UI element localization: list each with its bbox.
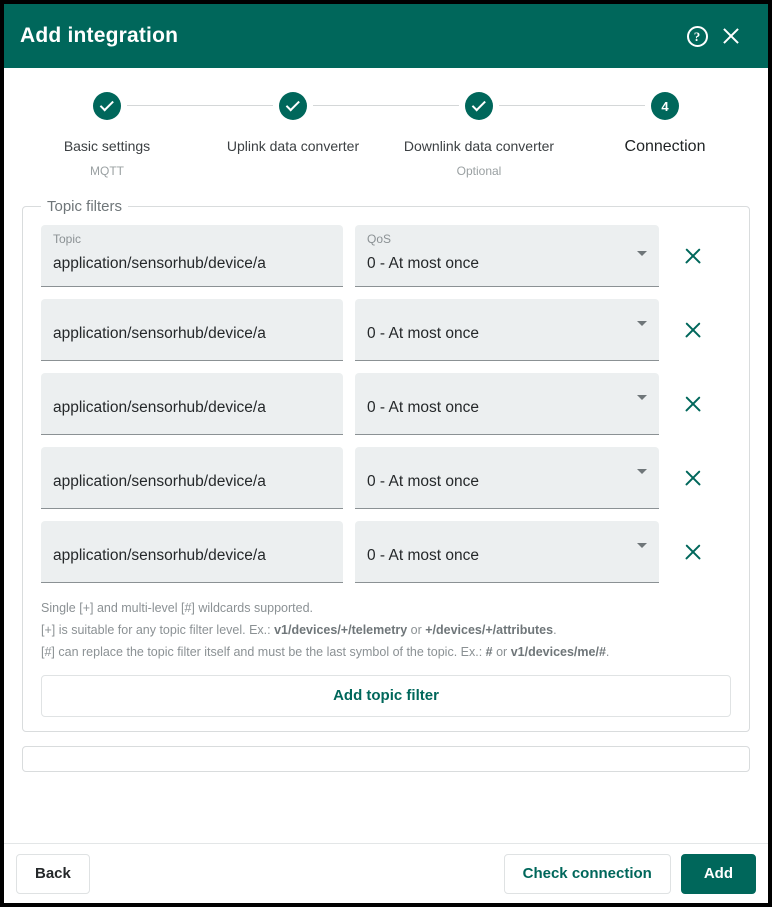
back-button[interactable]: Back — [16, 853, 90, 894]
topic-filter-hints: Single [+] and multi-level [#] wildcards… — [41, 597, 731, 663]
remove-topic-filter-button-5[interactable] — [673, 532, 713, 572]
add-topic-filter-button[interactable]: Add topic filter — [41, 675, 731, 717]
close-button[interactable] — [714, 19, 748, 53]
dialog-title: Add integration — [20, 24, 179, 47]
help-circle-icon: ? — [686, 25, 708, 47]
topic-filter-list: Topic application/sensorhub/device/a QoS 0 … — [41, 225, 731, 583]
check-connection-button[interactable]: Check connection — [503, 853, 671, 894]
qos-select-label: QoS — [367, 232, 392, 246]
step-complete-check-icon — [93, 92, 121, 120]
remove-topic-filter-button-1[interactable] — [673, 236, 713, 276]
stepper-step-1[interactable]: Basic settings MQTT — [14, 92, 273, 178]
check-icon — [471, 96, 486, 111]
chevron-down-icon[interactable] — [637, 395, 647, 400]
topic-input-value: application/sensorhub/device/a — [53, 547, 266, 564]
stepper-connector-line — [313, 105, 459, 106]
dialog-footer: Back Check connection Add — [4, 843, 768, 903]
topic-input-value: application/sensorhub/device/a — [53, 473, 266, 490]
topic-filter-row: application/sensorhub/device/a 0 - At mos… — [41, 447, 731, 509]
check-icon — [99, 96, 114, 111]
qos-select-value: 0 - At most once — [367, 473, 479, 490]
chevron-down-icon[interactable] — [637, 251, 647, 256]
topic-filter-row: application/sensorhub/device/a 0 - At mos… — [41, 521, 731, 583]
topic-filters-legend: Topic filters — [47, 198, 123, 215]
topic-input-3[interactable]: application/sensorhub/device/a — [41, 373, 343, 435]
check-icon — [285, 96, 300, 111]
stepper-step-sublabel: MQTT — [90, 164, 124, 178]
stepper-row: Basic settings MQTT Uplink data converter D… — [4, 92, 768, 178]
stepper-connector-line — [127, 105, 273, 106]
stepper-step-label: Basic settings — [63, 138, 151, 154]
stepper-step-4[interactable]: 4 Connection — [572, 92, 758, 156]
topic-input-1[interactable]: Topic application/sensorhub/device/a — [41, 225, 343, 287]
chevron-down-icon[interactable] — [637, 321, 647, 326]
remove-topic-filter-button-3[interactable] — [673, 384, 713, 424]
hint-line: Single [+] and multi-level [#] wildcards… — [41, 601, 314, 615]
topic-input-value: application/sensorhub/device/a — [53, 255, 266, 272]
stepper: Basic settings MQTT Uplink data converter D… — [4, 68, 768, 198]
qos-select-value: 0 - At most once — [367, 255, 479, 272]
topic-input-2[interactable]: application/sensorhub/device/a — [41, 299, 343, 361]
stepper-step-label: Uplink data converter — [226, 138, 360, 154]
help-button[interactable]: ? — [680, 19, 714, 53]
qos-select-5[interactable]: 0 - At most once — [355, 521, 659, 583]
topic-input-value: application/sensorhub/device/a — [53, 325, 266, 342]
topic-filter-row: application/sensorhub/device/a 0 - At mos… — [41, 299, 731, 361]
topic-filters-panel: Topic filters Topic application/sensorhub… — [22, 198, 750, 732]
stepper-connector-line — [499, 105, 645, 106]
qos-select-value: 0 - At most once — [367, 547, 479, 564]
topic-filter-row: application/sensorhub/device/a 0 - At mos… — [41, 373, 731, 435]
dialog-header: Add integration ? — [4, 4, 768, 68]
stepper-step-label: Connection — [624, 138, 706, 155]
chevron-down-icon[interactable] — [637, 543, 647, 548]
remove-topic-filter-button-2[interactable] — [673, 310, 713, 350]
topic-input-label: Topic — [53, 232, 82, 246]
stepper-step-label: Downlink data converter — [403, 138, 555, 154]
remove-topic-filter-button-4[interactable] — [673, 458, 713, 498]
stepper-step-sublabel: Optional — [456, 164, 502, 178]
qos-select-2[interactable]: 0 - At most once — [355, 299, 659, 361]
qos-select-3[interactable]: 0 - At most once — [355, 373, 659, 435]
stepper-step-2[interactable]: Uplink data converter — [200, 92, 459, 154]
qos-select-1[interactable]: QoS 0 - At most once — [355, 225, 659, 287]
step-complete-check-icon — [279, 92, 307, 120]
next-panel-partial — [22, 746, 750, 772]
qos-select-value: 0 - At most once — [367, 399, 479, 416]
topic-filter-row: Topic application/sensorhub/device/a QoS 0 … — [41, 225, 731, 287]
topic-input-4[interactable]: application/sensorhub/device/a — [41, 447, 343, 509]
topic-input-value: application/sensorhub/device/a — [53, 399, 266, 416]
step-number-badge: 4 — [651, 92, 679, 120]
close-icon — [720, 25, 742, 47]
qos-select-4[interactable]: 0 - At most once — [355, 447, 659, 509]
step-complete-check-icon — [465, 92, 493, 120]
dialog-content: Topic filters Topic application/sensorhub… — [4, 198, 768, 843]
hint-line: [#] can replace the topic filter itself … — [41, 645, 610, 659]
add-integration-dialog: Add integration ? Basic settings MQTT Upli… — [4, 4, 768, 903]
hint-line: [+] is suitable for any topic filter lev… — [41, 623, 557, 637]
topic-input-5[interactable]: application/sensorhub/device/a — [41, 521, 343, 583]
qos-select-value: 0 - At most once — [367, 325, 479, 342]
add-button[interactable]: Add — [680, 853, 756, 894]
chevron-down-icon[interactable] — [637, 469, 647, 474]
